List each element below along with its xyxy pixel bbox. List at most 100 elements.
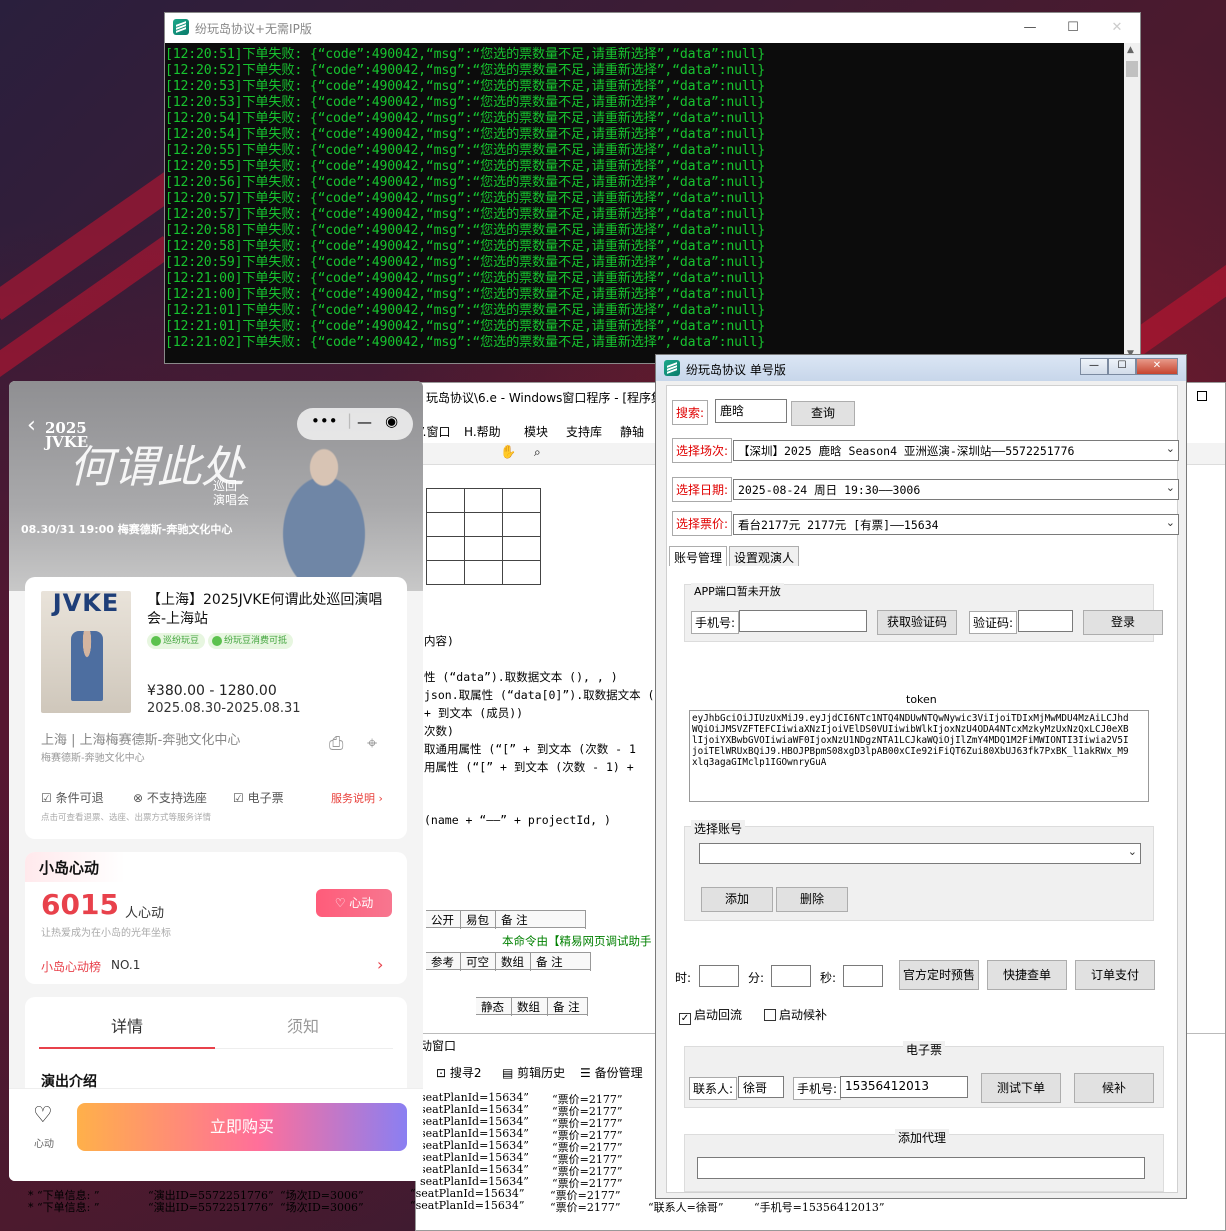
delete-button[interactable]: 删除: [776, 887, 848, 912]
more-icon[interactable]: •••: [311, 412, 338, 430]
rules-note: 点击可查看退票、选座、出票方式等服务详情: [41, 813, 212, 823]
code-line: 内容): [424, 634, 454, 648]
close-target-icon[interactable]: ◉: [385, 412, 398, 430]
minute-input[interactable]: [771, 965, 811, 987]
ticket-titlebar: 纷玩岛协议 单号版 — ☐ ✕: [656, 355, 1186, 381]
maximize-button[interactable]: ☐: [1058, 17, 1088, 39]
seat-rule: ⊗ 不支持选座: [133, 791, 207, 805]
minimize-icon[interactable]: —: [357, 413, 372, 431]
console-scrollbar[interactable]: ▲ ▼: [1124, 43, 1140, 363]
menu-module[interactable]: 模块: [524, 423, 548, 440]
scroll-thumb[interactable]: [1126, 61, 1138, 77]
proxy-group: 添加代理: [684, 1129, 1164, 1192]
close-button[interactable]: ✕: [1102, 17, 1132, 39]
maximize-button[interactable]: ☐: [1108, 358, 1136, 375]
chevron-right-icon[interactable]: ›: [377, 955, 383, 974]
clip-history-button[interactable]: ▤ 剪辑历史: [502, 1064, 565, 1081]
console-line: [12:21:01]下单失败: {“code”:490042,“msg”:“您选…: [165, 303, 766, 318]
favorite-label: 心动: [34, 1139, 54, 1150]
search2-button[interactable]: ⊡ 搜寻2: [436, 1064, 482, 1081]
add-button[interactable]: 添加: [701, 887, 773, 912]
back-arrow-icon[interactable]: ‹: [27, 413, 36, 438]
poster-title: JVKE: [52, 591, 120, 617]
eticket-caption: 电子票: [903, 1041, 946, 1058]
token-textarea[interactable]: eyJhbGciOiJIUzUxMiJ9.eyJjdCI6NTc1NTQ4NDU…: [689, 710, 1149, 802]
proxy-caption: 添加代理: [895, 1129, 950, 1146]
phone-input[interactable]: [739, 610, 867, 632]
service-note-link[interactable]: 服务说明 ›: [331, 790, 383, 806]
code-line: + 到文本 (成员)): [424, 706, 524, 720]
menu-library[interactable]: 支持库: [566, 423, 602, 440]
menu-static[interactable]: 静轴: [620, 423, 644, 440]
backup-label: 备份管理: [594, 1066, 643, 1080]
query-button[interactable]: 查询: [791, 401, 855, 426]
heart-button[interactable]: ♡ 心动: [316, 889, 392, 917]
table-header-cell: 数组: [496, 953, 531, 971]
test-order-button[interactable]: 测试下单: [981, 1073, 1061, 1103]
reflow-checkbox[interactable]: ✓ 启动回流: [679, 1006, 742, 1025]
minimize-button[interactable]: —: [1080, 358, 1108, 375]
venue: 上海 | 上海梅赛德斯-奔驰文化中心: [41, 733, 241, 748]
code-label: 验证码:: [969, 611, 1018, 634]
tab-audience[interactable]: 设置观演人: [729, 546, 800, 566]
tab-detail[interactable]: 详情: [111, 1013, 143, 1037]
second-input[interactable]: [843, 965, 883, 987]
login-button[interactable]: 登录: [1083, 610, 1163, 635]
contact-label: 联系人:: [689, 1077, 738, 1100]
search-input[interactable]: 鹿晗: [715, 399, 787, 423]
checkbox-checked-icon: ✓: [679, 1013, 691, 1025]
heart-icon[interactable]: ♡: [33, 1103, 53, 1128]
contact-input[interactable]: 徐哥: [738, 1076, 784, 1098]
price-value: 看台2177元 2177元 [有票]——15634: [738, 518, 939, 532]
event-title: 【上海】2025JVKE何谓此处巡回演唱会-上海站: [147, 592, 383, 627]
quick-order-button[interactable]: 快捷查单: [987, 960, 1067, 990]
standby-button[interactable]: 候补: [1074, 1073, 1154, 1103]
scroll-up-icon[interactable]: ▲: [1127, 45, 1134, 55]
date-select[interactable]: 2025-08-24 周日 19:30——3006 ⌄: [733, 479, 1179, 500]
app-port-group: APP端口暂未开放 手机号: 获取验证码 验证码: 登录: [684, 583, 1163, 642]
date-label: 选择日期:: [672, 477, 733, 502]
heart-note: 让热爱成为在小岛的光年坐标: [41, 928, 171, 939]
menu-help[interactable]: H.帮助: [464, 423, 501, 440]
log-cell: “演出ID=5572251776”: [148, 1201, 274, 1214]
hand-icon[interactable]: ✋: [500, 445, 516, 460]
buy-now-button[interactable]: 立即购买: [77, 1103, 407, 1151]
standby-checkbox[interactable]: 启动候补: [764, 1006, 827, 1023]
console-line: [12:20:55]下单失败: {“code”:490042,“msg”:“您选…: [165, 159, 766, 174]
phone-mini-program: 2025 JVKE 何谓此处 巡回 演唱会 08.30/31 19:00 梅赛德…: [9, 381, 423, 1181]
chevron-down-icon: ⌄: [1127, 845, 1137, 858]
hero-subtitle: 巡回 演唱会: [213, 479, 250, 507]
account-caption: 选择账号: [691, 820, 746, 837]
console-line: [12:20:57]下单失败: {“code”:490042,“msg”:“您选…: [165, 207, 766, 222]
service-note-label: 服务说明: [331, 792, 375, 805]
tab-notice[interactable]: 须知: [287, 1013, 319, 1037]
chevron-down-icon: ⌄: [1165, 481, 1175, 494]
eticket-group: 电子票 联系人: 徐哥 手机号: 15356412013 测试下单 候补: [684, 1041, 1164, 1108]
eticket-rule: ☑ 电子票: [233, 791, 284, 805]
location-icon[interactable]: ⌖: [367, 733, 389, 755]
console-titlebar: 纷玩岛协议+无需IP版 — ☐ ✕: [165, 13, 1140, 43]
tab-dynamic-window[interactable]: 动窗口: [420, 1037, 456, 1054]
binoculars-icon[interactable]: ⌕: [534, 445, 541, 460]
pay-button[interactable]: 订单支付: [1075, 960, 1155, 990]
ticket-content: 搜索: 鹿晗 查询 选择场次: 【深圳】2025 鹿晗 Season4 亚洲巡演…: [666, 385, 1179, 1193]
account-select[interactable]: ⌄: [699, 843, 1141, 864]
code-input[interactable]: [1018, 610, 1073, 632]
get-code-button[interactable]: 获取验证码: [877, 610, 957, 635]
rank-link[interactable]: 小岛心动榜: [41, 958, 101, 975]
session-select[interactable]: 【深圳】2025 鹿晗 Season4 亚洲巡演-深圳站——5572251776…: [733, 440, 1179, 461]
minimize-button[interactable]: —: [1015, 17, 1045, 39]
seat-map-icon[interactable]: ⎙: [329, 733, 351, 755]
contact-phone-input[interactable]: 15356412013: [840, 1076, 968, 1098]
hour-input[interactable]: [699, 965, 739, 987]
close-button[interactable]: ✕: [1136, 358, 1178, 375]
backup-button[interactable]: ☰ 备份管理: [580, 1064, 643, 1081]
session-value: 【深圳】2025 鹿晗 Season4 亚洲巡演-深圳站——5572251776: [738, 444, 1075, 458]
ide-close-box[interactable]: [1197, 391, 1207, 401]
tab-account[interactable]: 账号管理: [669, 546, 728, 566]
console-line: [12:21:00]下单失败: {“code”:490042,“msg”:“您选…: [165, 287, 766, 302]
official-presale-button[interactable]: 官方定时预售: [899, 960, 979, 990]
poster-person: [71, 631, 103, 701]
proxy-input[interactable]: [697, 1157, 1145, 1179]
price-select[interactable]: 看台2177元 2177元 [有票]——15634 ⌄: [733, 514, 1179, 535]
